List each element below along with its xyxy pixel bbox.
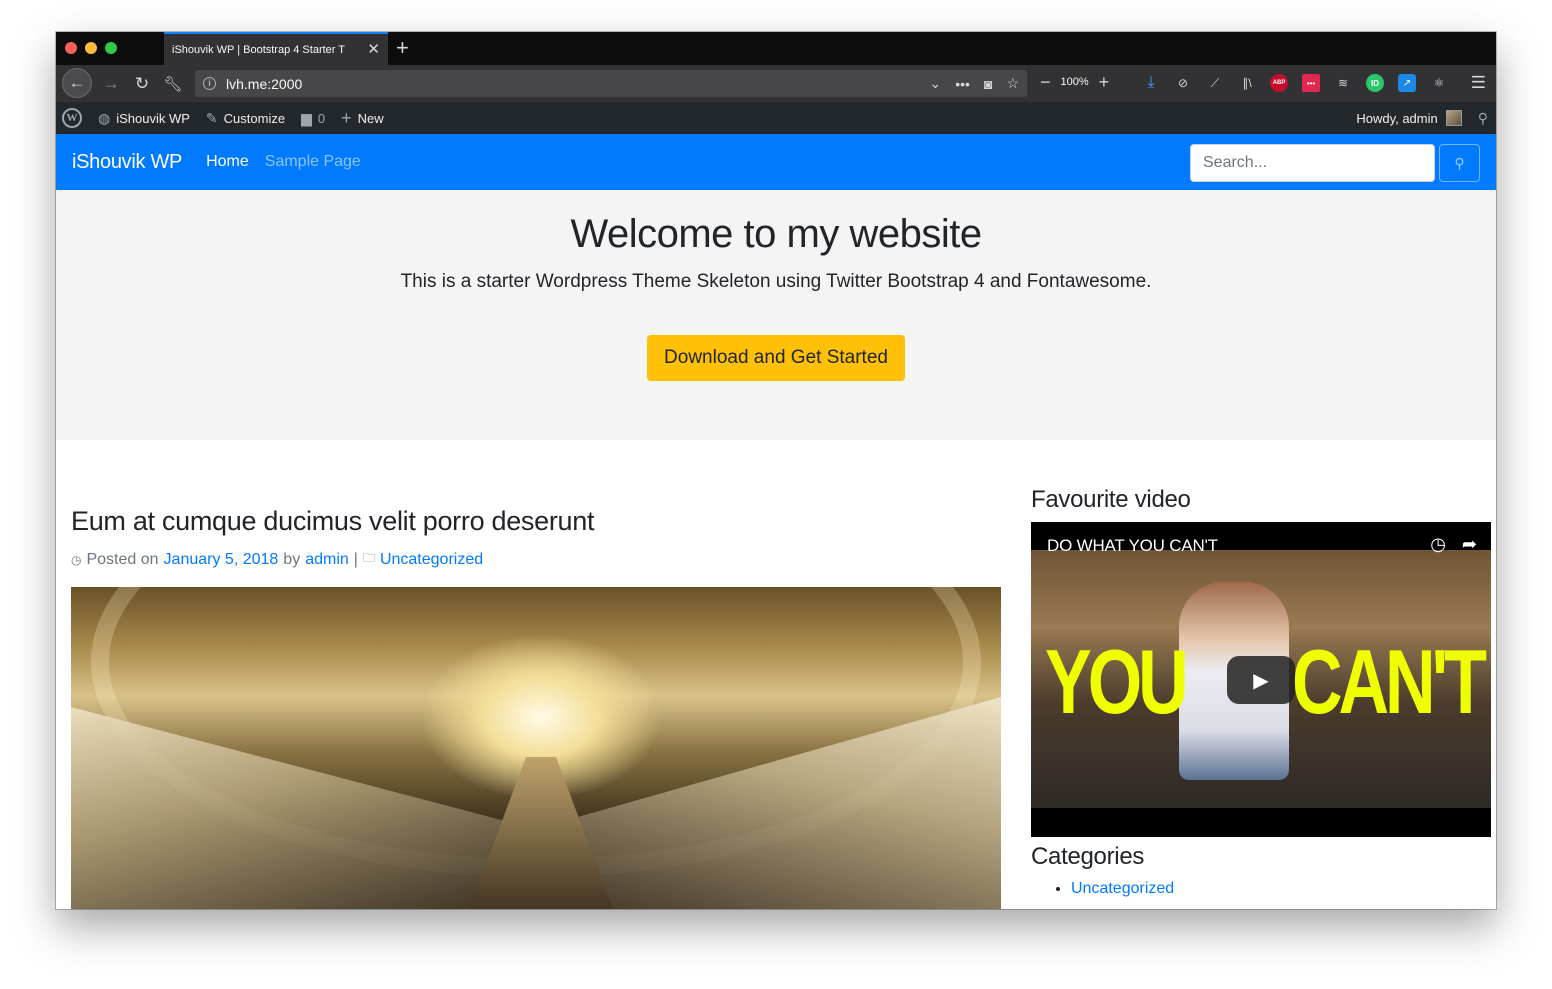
chevron-down-icon[interactable]: ⌄	[930, 75, 942, 92]
url-text[interactable]: lvh.me:2000	[226, 76, 302, 92]
site-info-icon[interactable]: i	[203, 77, 216, 90]
admin-bar-new-label: New	[357, 110, 384, 126]
wp-admin-bar: W ◍ iShouvik WP ✎ Customize ▆ 0 + New Ho…	[56, 102, 1496, 134]
plus-icon: +	[341, 107, 352, 128]
categories-list: Uncategorized	[1071, 880, 1491, 898]
post-category-link[interactable]: Uncategorized	[380, 551, 483, 569]
react-devtools-icon[interactable]: ⚛	[1430, 74, 1448, 92]
main-content: Eum at cumque ducimus velit porro deseru…	[56, 440, 1496, 909]
admin-bar-comments[interactable]: ▆ 0	[301, 110, 325, 127]
video-embed[interactable]: DO WHAT YOU CAN'T ◷ ➦ YOU CAN'T ▶	[1031, 522, 1491, 837]
adblock-plus-icon[interactable]: ABP	[1270, 74, 1288, 92]
download-button[interactable]: Download and Get Started	[647, 335, 905, 381]
zoom-level[interactable]: 100%	[1061, 76, 1089, 88]
admin-bar-site-label: iShouvik WP	[116, 110, 190, 126]
url-bar-actions: ⌄ ••• ◙ ☆	[930, 75, 1019, 92]
avatar	[1445, 110, 1462, 126]
site-brand[interactable]: iShouvik WP	[72, 151, 182, 174]
sidebar: Favourite video DO WHAT YOU CAN'T ◷ ➦ YO…	[1031, 486, 1491, 898]
jumbotron-lead: This is a starter Wordpress Theme Skelet…	[400, 271, 1152, 292]
admin-bar-comments-count: 0	[317, 110, 326, 126]
back-button[interactable]: ←	[62, 68, 92, 98]
post: Eum at cumque ducimus velit porro deseru…	[71, 506, 1001, 909]
search-form: ⚲	[1190, 144, 1480, 182]
admin-bar-customize-label: Customize	[223, 110, 286, 126]
search-icon[interactable]: ⚲	[1478, 110, 1488, 127]
page-title: Welcome to my website	[570, 212, 982, 256]
admin-bar-howdy: Howdy, admin	[1356, 110, 1438, 126]
post-meta: ◷ Posted on January 5, 2018 by admin | 🗀…	[71, 549, 1001, 570]
admin-bar-customize[interactable]: ✎ Customize	[206, 110, 285, 127]
browser-toolbar: ← → ↻ 🔧︎ i lvh.me:2000 ⌄ ••• ◙ ☆ − 100% …	[56, 65, 1496, 102]
zoom-controls: − 100% +	[1040, 73, 1109, 91]
tab-title: iShouvik WP | Bootstrap 4 Starter T	[172, 43, 346, 56]
nav-link-home[interactable]: Home	[206, 153, 249, 171]
lastpass-icon[interactable]: •••	[1302, 74, 1320, 92]
tab-strip: iShouvik WP | Bootstrap 4 Starter T ✕ +	[56, 32, 1496, 65]
download-icon[interactable]: ⤓	[1142, 74, 1160, 92]
new-tab-button[interactable]: +	[396, 36, 409, 60]
by-label: by	[283, 550, 301, 568]
forward-button[interactable]: →	[98, 71, 124, 97]
admin-bar-site-name[interactable]: ◍ iShouvik WP	[98, 110, 190, 127]
library-icon[interactable]: ∥\	[1238, 74, 1256, 92]
browser-window: iShouvik WP | Bootstrap 4 Starter T ✕ + …	[56, 32, 1496, 909]
hamburger-menu-icon[interactable]: ☰	[1471, 73, 1486, 93]
search-input[interactable]	[1190, 144, 1435, 182]
site-navbar: iShouvik WP Home Sample Page ⚲	[56, 134, 1496, 190]
comment-icon: ▆	[301, 109, 312, 126]
categories-widget-title: Categories	[1031, 843, 1145, 870]
sync-icon[interactable]: ⊘	[1174, 74, 1192, 92]
folder-open-icon: 🗀︎	[362, 551, 375, 565]
jumbotron: Welcome to my website This is a starter …	[56, 190, 1496, 440]
share-icon[interactable]: ➦	[1462, 534, 1477, 555]
extension-blue-icon[interactable]: ↗	[1398, 74, 1416, 92]
tab-close-icon[interactable]: ✕	[367, 42, 380, 57]
play-button[interactable]: ▶	[1227, 656, 1295, 704]
post-title[interactable]: Eum at cumque ducimus velit porro deseru…	[71, 506, 1001, 537]
more-actions-icon[interactable]: •••	[955, 76, 970, 92]
search-button[interactable]: ⚲	[1439, 144, 1480, 182]
watch-later-icon[interactable]: ◷	[1430, 534, 1446, 555]
url-bar[interactable]: i lvh.me:2000 ⌄ ••• ◙ ☆	[195, 70, 1027, 97]
clock-icon: ◷	[71, 552, 82, 567]
wp-logo-menu[interactable]: W	[62, 108, 82, 128]
minimize-window-button[interactable]	[85, 42, 97, 54]
layers-icon[interactable]: ≋	[1334, 74, 1352, 92]
nav-link-sample-page[interactable]: Sample Page	[265, 153, 361, 171]
wrench-icon[interactable]: 🔧︎	[160, 71, 186, 97]
wordpress-logo-icon: W	[62, 108, 82, 128]
play-icon: ▶	[1253, 669, 1269, 692]
zoom-in-button[interactable]: +	[1099, 73, 1110, 91]
browser-tab-active[interactable]: iShouvik WP | Bootstrap 4 Starter T ✕	[164, 32, 388, 65]
list-item: Uncategorized	[1071, 880, 1491, 898]
toolbar-extensions: ⤓ ⊘ ⟋ ∥\ ABP ••• ≋ ID ↗ ⚛	[1142, 74, 1448, 92]
meta-separator: |	[353, 550, 358, 568]
maximize-window-button[interactable]	[105, 42, 117, 54]
post-author-link[interactable]: admin	[305, 551, 349, 569]
admin-bar-new[interactable]: + New	[341, 108, 384, 129]
video-overlay-text-right: CAN'T	[1291, 631, 1487, 733]
category-link[interactable]: Uncategorized	[1071, 880, 1174, 897]
video-title[interactable]: DO WHAT YOU CAN'T	[1047, 536, 1218, 556]
posted-on-label: Posted on	[86, 550, 159, 568]
video-overlay-text-left: YOU	[1045, 631, 1189, 733]
dashboard-icon: ◍	[98, 109, 111, 126]
window-controls	[65, 42, 117, 54]
bookmark-star-icon[interactable]: ☆	[1006, 75, 1019, 92]
pocket-icon[interactable]: ◙	[984, 76, 992, 92]
eyedropper-icon[interactable]: ⟋	[1206, 74, 1224, 92]
reload-button[interactable]: ↻	[129, 71, 155, 97]
post-date-link[interactable]: January 5, 2018	[164, 551, 279, 569]
paintbrush-icon: ✎	[205, 109, 218, 126]
zoom-out-button[interactable]: −	[1040, 73, 1051, 91]
extension-green-icon[interactable]: ID	[1366, 74, 1384, 92]
search-icon: ⚲	[1454, 154, 1465, 171]
video-widget-title: Favourite video	[1031, 486, 1191, 513]
post-featured-image[interactable]	[71, 587, 1001, 909]
admin-bar-account[interactable]: Howdy, admin ⚲	[1356, 102, 1488, 134]
video-actions: ◷ ➦	[1430, 534, 1477, 555]
close-window-button[interactable]	[65, 42, 77, 54]
